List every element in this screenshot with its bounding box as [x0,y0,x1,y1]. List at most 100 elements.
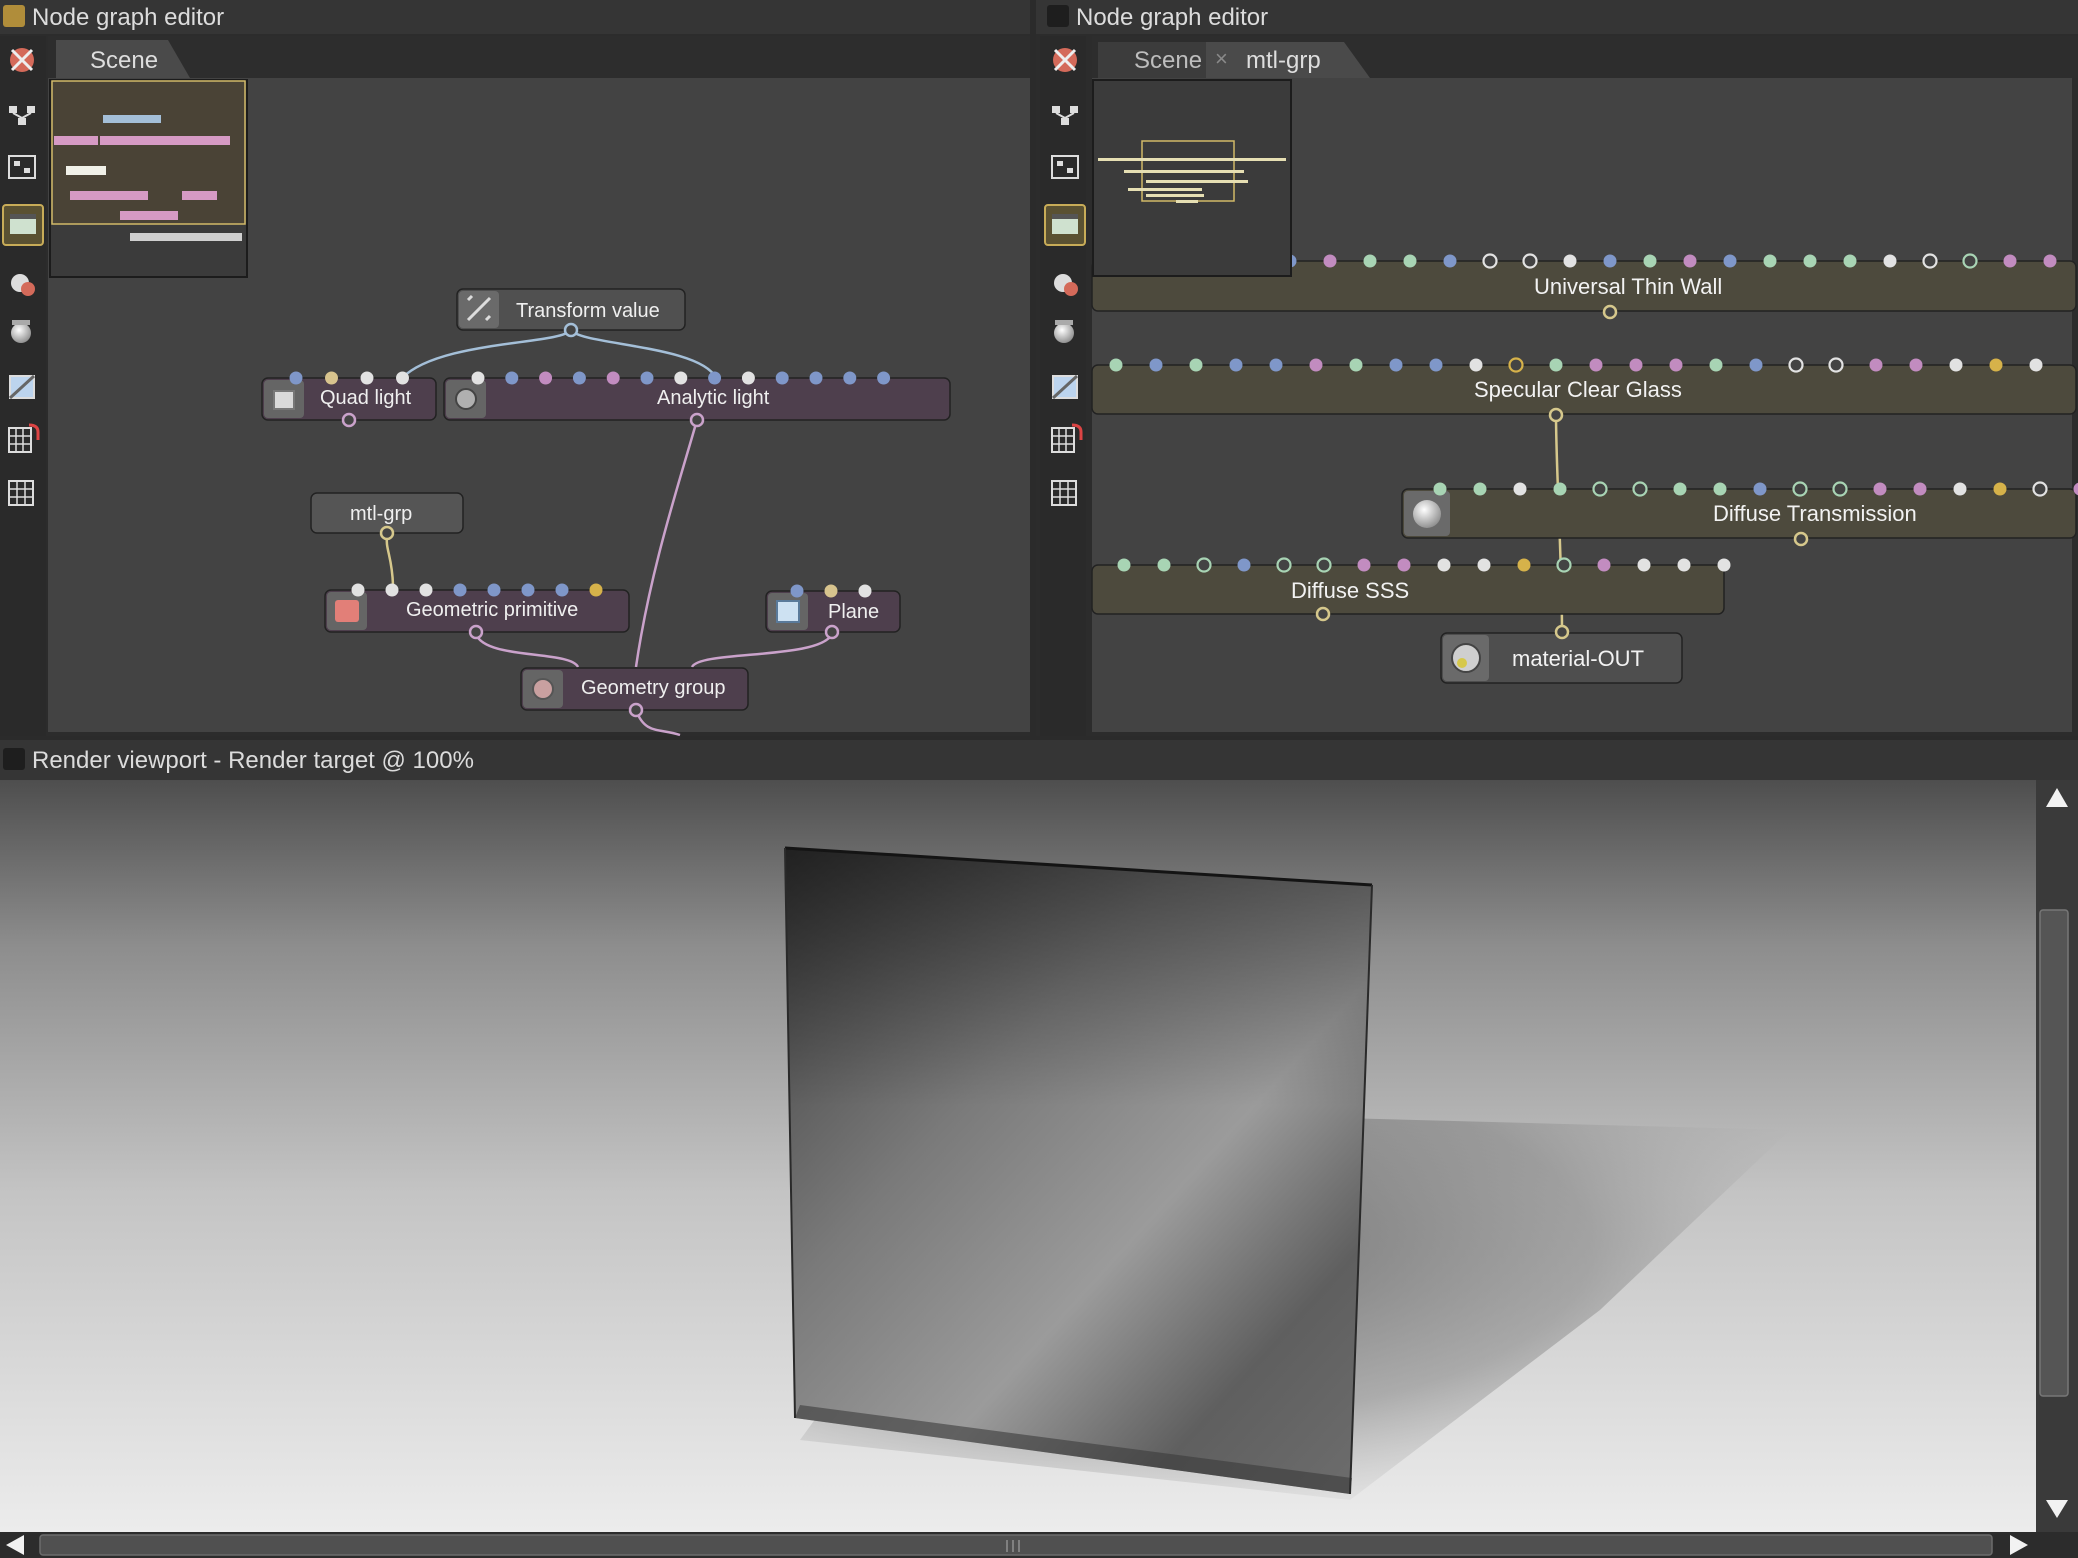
input-pin[interactable] [640,371,654,385]
input-pin[interactable] [539,371,553,385]
input-pin[interactable] [1989,358,2003,372]
input-pin[interactable] [1993,482,2007,496]
input-pin[interactable] [1792,481,1808,497]
input-pin[interactable] [555,583,569,597]
input-pin[interactable] [2032,481,2048,497]
input-pin[interactable] [1753,482,1767,496]
scene-icon[interactable] [1053,48,1077,72]
sphere-icon[interactable] [11,320,31,343]
node-mtl-grp[interactable]: mtl-grp [310,492,464,541]
input-pin[interactable] [385,583,399,597]
input-pin[interactable] [1843,254,1857,268]
texture-icon[interactable] [8,374,36,400]
node-transform-value[interactable]: Transform value [456,288,686,338]
input-pin[interactable] [471,371,485,385]
input-pin[interactable] [1832,481,1848,497]
input-pin[interactable] [1469,358,1483,372]
input-pin[interactable] [1443,254,1457,268]
input-pin[interactable] [572,371,586,385]
input-pin[interactable] [2003,254,2017,268]
node-analytic-light[interactable]: Analytic light [443,377,951,428]
input-pin[interactable] [1109,358,1123,372]
input-pin[interactable] [1603,254,1617,268]
node-quad-light[interactable]: Quad light [261,377,437,428]
input-pin[interactable] [2029,358,2043,372]
viewport-menu-toggle[interactable] [3,748,25,770]
input-pin[interactable] [1723,254,1737,268]
sphere-icon[interactable] [1054,320,1074,343]
input-pin[interactable] [1962,253,1978,269]
input-pin[interactable] [1677,558,1691,572]
input-pin[interactable] [1949,358,1963,372]
input-pin[interactable] [1403,254,1417,268]
input-pin[interactable] [1803,254,1817,268]
input-pin[interactable] [1953,482,1967,496]
input-pin[interactable] [1117,558,1131,572]
input-pin[interactable] [1389,358,1403,372]
input-pin[interactable] [843,371,857,385]
node-material-out[interactable]: material-OUT [1440,624,1683,684]
input-pin[interactable] [453,583,467,597]
input-pin[interactable] [1637,558,1651,572]
input-pin[interactable] [1482,253,1498,269]
vertical-scroll-thumb[interactable] [2039,909,2069,1397]
input-pin[interactable] [487,583,501,597]
input-pin[interactable] [1749,358,1763,372]
input-pin[interactable] [1763,254,1777,268]
input-pin[interactable] [1196,557,1212,573]
input-pin[interactable] [1556,557,1572,573]
input-pin[interactable] [1349,358,1363,372]
input-pin[interactable] [877,371,891,385]
scene-icon[interactable] [10,48,34,72]
camera-icon[interactable] [1044,204,1086,246]
input-pin[interactable] [1643,254,1657,268]
input-pin[interactable] [824,584,838,598]
camera-icon[interactable] [2,204,44,246]
input-pin[interactable] [1269,358,1283,372]
node-geometric-primitive[interactable]: Geometric primitive [324,589,630,640]
node-diffuse-sss[interactable]: Diffuse SSS [1091,564,1725,622]
input-pin[interactable] [1883,254,1897,268]
input-pin[interactable] [674,371,688,385]
node-plane[interactable]: Plane [765,590,901,640]
input-pin[interactable] [1397,558,1411,572]
input-pin[interactable] [396,371,409,385]
input-pin[interactable] [775,371,789,385]
input-pin[interactable] [1229,358,1243,372]
input-pin[interactable] [1563,254,1577,268]
input-pin[interactable] [1629,358,1643,372]
input-pin[interactable] [521,583,535,597]
input-pin[interactable] [1189,358,1203,372]
input-pin[interactable] [1363,254,1377,268]
input-pin[interactable] [606,371,620,385]
input-pin[interactable] [1437,558,1451,572]
input-pin[interactable] [1157,558,1171,572]
input-pin[interactable] [1828,357,1844,373]
node-diffuse-transmission[interactable]: Diffuse Transmission [1401,488,2077,547]
input-pin[interactable] [1477,558,1491,572]
input-pin[interactable] [1717,558,1731,572]
input-pin[interactable] [1909,358,1923,372]
input-pin[interactable] [1522,253,1538,269]
input-pin[interactable] [1433,482,1447,496]
input-pin[interactable] [708,371,722,385]
panel-menu-toggle-right[interactable] [1047,5,1069,27]
panel-menu-toggle[interactable] [3,5,25,27]
input-pin[interactable] [1709,358,1723,372]
input-pin[interactable] [505,371,519,385]
right-minimap[interactable] [1092,79,1292,277]
texture-icon[interactable] [1051,374,1079,400]
input-pin[interactable] [1549,358,1563,372]
left-minimap[interactable] [49,79,248,278]
input-pin[interactable] [1309,358,1323,372]
input-pin[interactable] [2043,254,2057,268]
vertical-scrollbar[interactable] [2036,780,2078,1532]
node-specular-clear-glass[interactable]: Specular Clear Glass [1091,364,2077,423]
node-geometry-group[interactable]: Geometry group [520,667,749,718]
input-pin[interactable] [1913,482,1927,496]
input-pin[interactable] [1632,481,1648,497]
input-pin[interactable] [351,583,365,597]
input-pin[interactable] [1149,358,1163,372]
input-pin[interactable] [1553,482,1567,496]
input-pin[interactable] [1683,254,1697,268]
